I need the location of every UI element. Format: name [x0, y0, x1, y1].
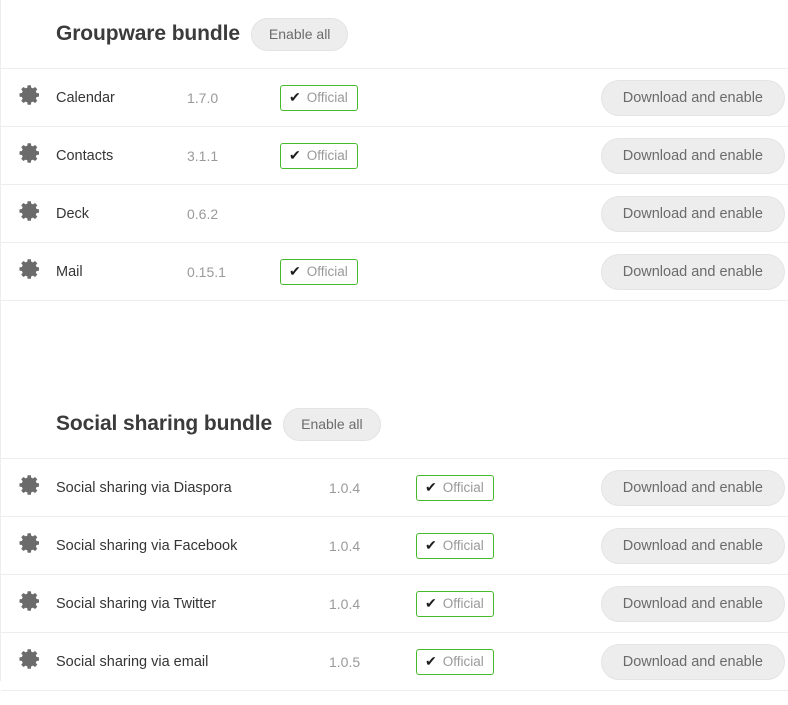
gear-icon: [18, 647, 42, 676]
bundle-gap: [1, 301, 788, 390]
app-version: 1.0.4: [329, 595, 361, 612]
bundle-section-social-sharing: Social sharing bundle Enable all Social …: [1, 390, 788, 705]
app-bundle-list: Groupware bundle Enable all Calendar 1.7…: [0, 0, 788, 705]
table-row[interactable]: Calendar 1.7.0 ✔ Official Download and e…: [1, 68, 788, 126]
check-icon: ✔: [425, 594, 437, 611]
status-badge-label: Official: [442, 596, 484, 611]
gear-icon: [18, 199, 42, 228]
app-level-cell: ✔ Official: [280, 84, 365, 111]
app-icon-cell: [1, 473, 56, 502]
app-name: Social sharing via email: [56, 653, 209, 670]
app-name: Contacts: [56, 147, 114, 164]
check-icon: ✔: [289, 262, 301, 279]
check-icon: ✔: [289, 88, 301, 105]
app-name: Social sharing via Facebook: [56, 537, 238, 554]
app-icon-cell: [1, 589, 56, 618]
app-actions-cell: Download and enable: [600, 585, 788, 622]
app-name: Social sharing via Diaspora: [56, 479, 232, 496]
app-icon-cell: [1, 83, 56, 112]
app-actions-cell: Download and enable: [600, 137, 788, 174]
status-badge-official: ✔ Official: [280, 142, 358, 169]
check-icon: ✔: [289, 146, 301, 163]
download-and-enable-button[interactable]: Download and enable: [600, 643, 785, 680]
download-and-enable-button[interactable]: Download and enable: [600, 527, 785, 564]
app-icon-cell: [1, 257, 56, 286]
status-badge-official: ✔ Official: [416, 648, 494, 675]
app-version: 0.6.2: [187, 205, 219, 222]
download-and-enable-button[interactable]: Download and enable: [600, 469, 785, 506]
table-row[interactable]: Social sharing via Diaspora 1.0.4 ✔ Offi…: [1, 458, 788, 516]
bundle-section-groupware: Groupware bundle Enable all Calendar 1.7…: [1, 0, 788, 301]
status-badge-label: Official: [306, 264, 348, 279]
table-row[interactable]: Social sharing via email 1.0.5 ✔ Officia…: [1, 632, 788, 690]
table-row[interactable]: Contacts 3.1.1 ✔ Official Download and e…: [1, 126, 788, 184]
app-version: 1.7.0: [187, 89, 219, 106]
app-version: 3.1.1: [187, 147, 219, 164]
table-row[interactable]: Social sharing via Facebook 1.0.4 ✔ Offi…: [1, 516, 788, 574]
gear-icon: [18, 257, 42, 286]
table-row[interactable]: Social sharing via Twitter 1.0.4 ✔ Offic…: [1, 574, 788, 632]
download-and-enable-button[interactable]: Download and enable: [600, 79, 785, 116]
app-actions-cell: Download and enable: [600, 79, 788, 116]
app-version: 1.0.4: [329, 537, 361, 554]
app-actions-cell: Download and enable: [600, 469, 788, 506]
app-version: 0.15.1: [187, 263, 226, 280]
status-badge-label: Official: [442, 480, 484, 495]
app-name: Social sharing via Twitter: [56, 595, 217, 612]
app-level-cell: ✔ Official: [280, 142, 365, 169]
enable-all-button[interactable]: Enable all: [250, 17, 349, 51]
app-actions-cell: Download and enable: [600, 253, 788, 290]
app-icon-cell: [1, 531, 56, 560]
gear-icon: [18, 83, 42, 112]
table-row[interactable]: Mail 0.15.1 ✔ Official Download and enab…: [1, 242, 788, 300]
app-level-cell: ✔ Official: [280, 258, 365, 285]
app-name: Mail: [56, 263, 83, 280]
app-level-cell: ✔ Official: [416, 590, 501, 617]
app-version: 1.0.4: [329, 479, 361, 496]
table-row[interactable]: Deck 0.6.2 Download and enable: [1, 184, 788, 242]
app-actions-cell: Download and enable: [600, 527, 788, 564]
bundle-title: Groupware bundle: [56, 22, 240, 45]
gear-icon: [18, 473, 42, 502]
gear-icon: [18, 589, 42, 618]
app-actions-cell: Download and enable: [600, 195, 788, 232]
bundle-title: Social sharing bundle: [56, 412, 273, 435]
app-icon-cell: [1, 199, 56, 228]
status-badge-official: ✔ Official: [416, 532, 494, 559]
app-level-cell: ✔ Official: [416, 532, 501, 559]
app-icon-cell: [1, 141, 56, 170]
check-icon: ✔: [425, 652, 437, 669]
bundle-header: Social sharing bundle Enable all: [1, 390, 788, 458]
gear-icon: [18, 141, 42, 170]
bundle-header: Groupware bundle Enable all: [1, 0, 788, 68]
status-badge-official: ✔ Official: [280, 84, 358, 111]
check-icon: ✔: [425, 478, 437, 495]
app-actions-cell: Download and enable: [600, 643, 788, 680]
app-name: Calendar: [56, 89, 115, 106]
check-icon: ✔: [425, 536, 437, 553]
status-badge-label: Official: [306, 148, 348, 163]
table-row-partial[interactable]: [1, 690, 788, 705]
app-version: 1.0.5: [329, 653, 361, 670]
status-badge-official: ✔ Official: [416, 474, 494, 501]
app-icon-cell: [1, 647, 56, 676]
download-and-enable-button[interactable]: Download and enable: [600, 195, 785, 232]
status-badge-label: Official: [442, 538, 484, 553]
gear-icon: [18, 531, 42, 560]
status-badge-official: ✔ Official: [416, 590, 494, 617]
status-badge-label: Official: [442, 654, 484, 669]
app-level-cell: ✔ Official: [416, 474, 501, 501]
app-name: Deck: [56, 205, 90, 222]
download-and-enable-button[interactable]: Download and enable: [600, 253, 785, 290]
status-badge-official: ✔ Official: [280, 258, 358, 285]
enable-all-button[interactable]: Enable all: [283, 407, 381, 441]
download-and-enable-button[interactable]: Download and enable: [600, 137, 785, 174]
status-badge-label: Official: [306, 90, 348, 105]
download-and-enable-button[interactable]: Download and enable: [600, 585, 785, 622]
app-level-cell: ✔ Official: [416, 648, 501, 675]
